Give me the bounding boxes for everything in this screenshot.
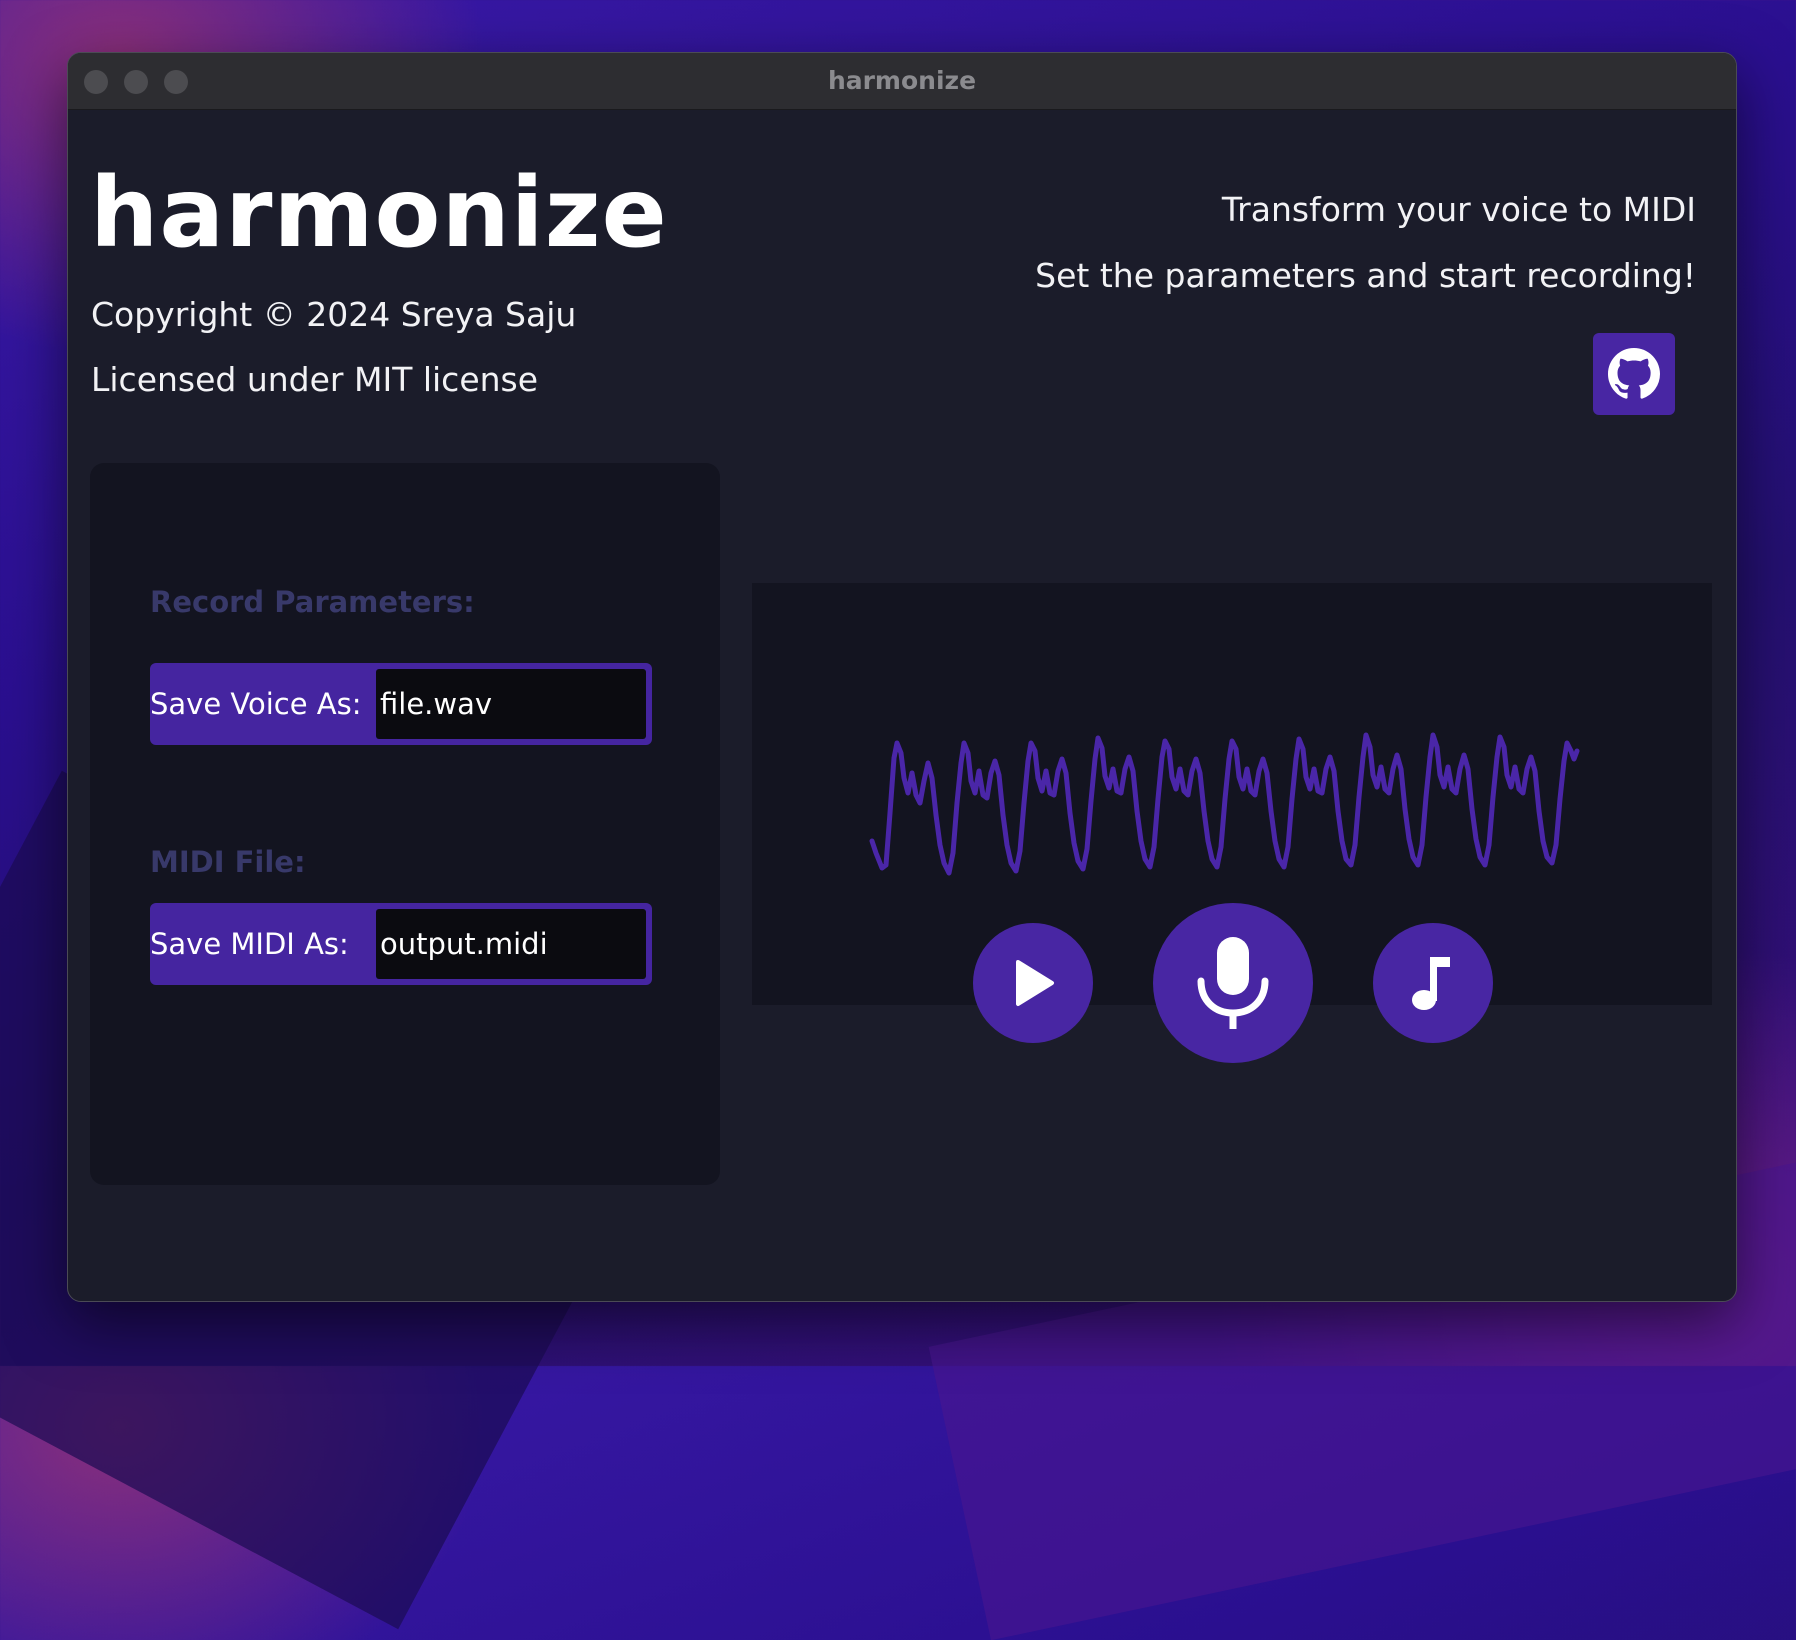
record-parameters-heading: Record Parameters:	[150, 585, 475, 619]
voice-file-input[interactable]	[376, 669, 646, 739]
music-note-icon	[1412, 957, 1450, 1010]
window-title: harmonize	[827, 66, 977, 95]
parameters-panel: Record Parameters: Save Voice As: MIDI F…	[90, 463, 720, 1185]
midi-file-field: Save MIDI As:	[150, 903, 652, 985]
play-icon	[1016, 960, 1054, 1006]
github-button[interactable]	[1593, 333, 1675, 415]
midi-file-input[interactable]	[376, 909, 646, 979]
instruction-text: Set the parameters and start recording!	[1035, 256, 1696, 295]
app-window: harmonize harmonize Copyright © 2024 Sre…	[67, 52, 1737, 1302]
midi-file-label: Save MIDI As:	[150, 927, 349, 961]
midi-button[interactable]	[1373, 923, 1493, 1043]
title-bar: harmonize	[68, 53, 1736, 110]
tagline-text: Transform your voice to MIDI	[1221, 190, 1696, 229]
microphone-icon	[1197, 937, 1269, 1029]
app-title: harmonize	[90, 157, 668, 269]
github-icon	[1608, 348, 1660, 399]
midi-file-heading: MIDI File:	[150, 845, 306, 879]
record-button[interactable]	[1153, 903, 1313, 1063]
voice-file-label: Save Voice As:	[150, 687, 362, 721]
license-text: Licensed under MIT license	[91, 360, 539, 399]
play-button[interactable]	[973, 923, 1093, 1043]
copyright-text: Copyright © 2024 Sreya Saju	[91, 295, 577, 334]
voice-file-field: Save Voice As:	[150, 663, 652, 745]
